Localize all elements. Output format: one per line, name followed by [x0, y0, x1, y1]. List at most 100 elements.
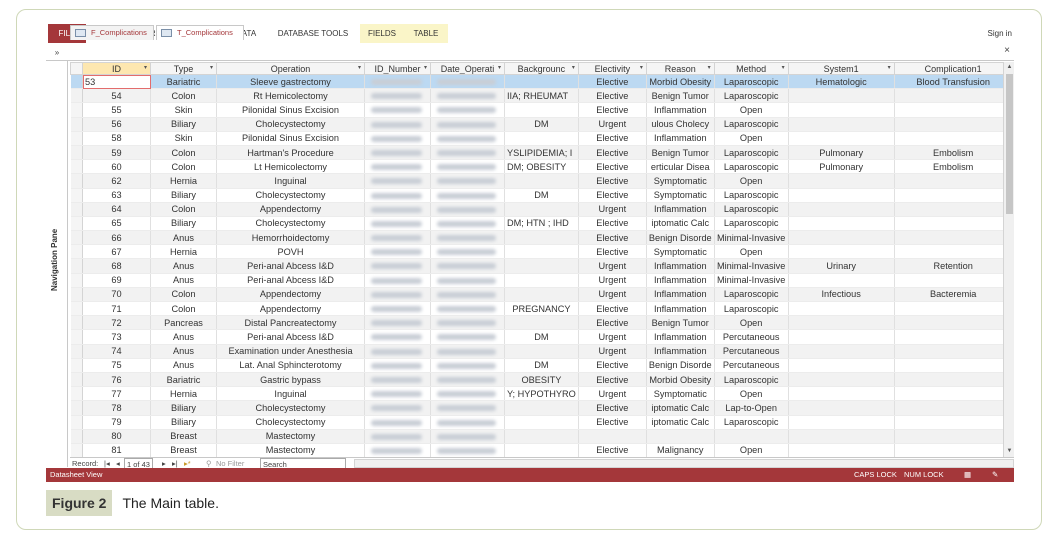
cell-type[interactable]: Anus	[150, 358, 217, 373]
column-header-operation[interactable]: Operation ▾	[216, 62, 365, 75]
row-selector[interactable]	[70, 145, 83, 161]
cell-id-number[interactable]	[364, 443, 431, 457]
row-selector[interactable]	[70, 273, 83, 288]
cell-operation[interactable]: Inguinal	[216, 173, 365, 189]
cell-type[interactable]: Breast	[150, 429, 217, 444]
row-selector[interactable]	[70, 131, 83, 146]
cell-operation[interactable]: Lat. Anal Sphincterotomy	[216, 358, 365, 373]
cell-backgrounc[interactable]	[504, 102, 579, 118]
cell-method[interactable]: Laparoscopic	[714, 372, 789, 388]
table-row[interactable]: 79 Biliary Cholecystectomy Elective iptomati…	[70, 415, 1013, 430]
cell-backgrounc[interactable]: DM	[504, 329, 579, 345]
cell-reason[interactable]: Inflammation	[646, 102, 715, 118]
cell-date-operati[interactable]	[430, 329, 505, 345]
cell-backgrounc[interactable]: Y; HYPOTHYRO	[504, 386, 579, 402]
cell-id[interactable]: 68	[82, 258, 151, 274]
row-selector[interactable]	[70, 358, 83, 373]
cell-id[interactable]: 76	[82, 372, 151, 388]
row-selector[interactable]	[70, 443, 83, 457]
cell-backgrounc[interactable]	[504, 74, 579, 90]
cell-electivity[interactable]: Urgent	[578, 117, 647, 132]
cell-operation[interactable]: Sleeve gastrectomy	[216, 74, 365, 90]
cell-electivity[interactable]: Elective	[578, 173, 647, 189]
cell-date-operati[interactable]	[430, 202, 505, 217]
cell-id-number[interactable]	[364, 244, 431, 260]
cell-complication1[interactable]: Embolism	[894, 159, 1013, 175]
dropdown-icon[interactable]: ▾	[144, 64, 147, 71]
cell-reason[interactable]: erticular Disea	[646, 159, 715, 175]
cell-operation[interactable]: Pilonidal Sinus Excision	[216, 131, 365, 146]
cell-complication1[interactable]	[894, 329, 1013, 345]
table-row[interactable]: 62 Hernia Inguinal Elective Symptomatic Open	[70, 173, 1013, 189]
cell-system1[interactable]: Urinary	[788, 258, 895, 274]
cell-id-number[interactable]	[364, 145, 431, 161]
row-selector[interactable]	[70, 230, 83, 246]
cell-complication1[interactable]	[894, 202, 1013, 217]
cell-complication1[interactable]: Bacteremia	[894, 287, 1013, 303]
cell-type[interactable]: Colon	[150, 145, 217, 161]
cell-id-number[interactable]	[364, 344, 431, 359]
cell-date-operati[interactable]	[430, 443, 505, 457]
cell-complication1[interactable]	[894, 273, 1013, 288]
dropdown-icon[interactable]: ▾	[782, 64, 785, 71]
cell-id-number[interactable]	[364, 202, 431, 217]
cell-date-operati[interactable]	[430, 415, 505, 430]
cell-type[interactable]: Biliary	[150, 188, 217, 203]
cell-id[interactable]: 62	[82, 173, 151, 189]
cell-backgrounc[interactable]	[504, 400, 579, 416]
cell-electivity[interactable]: Urgent	[578, 329, 647, 345]
cell-system1[interactable]: Infectious	[788, 287, 895, 303]
cell-method[interactable]: Laparoscopic	[714, 145, 789, 161]
table-row[interactable]: 66 Anus Hemorrhoidectomy Elective Benign Dis…	[70, 230, 1013, 246]
cell-date-operati[interactable]	[430, 344, 505, 359]
cell-type[interactable]: Anus	[150, 230, 217, 246]
table-row[interactable]: 74 Anus Examination under Anesthesia Urgent…	[70, 344, 1013, 359]
cell-type[interactable]: Bariatric	[150, 74, 217, 90]
datasheet-grid[interactable]: ID ▾ Type ▾ Operation ▾ ID_Number ▾ Date_Operati…	[70, 62, 1014, 457]
cell-reason[interactable]: iptomatic Calc	[646, 415, 715, 430]
cell-reason[interactable]: Malignancy	[646, 443, 715, 457]
cell-complication1[interactable]	[894, 386, 1013, 402]
table-row[interactable]: 72 Pancreas Distal Pancreatectomy Elective B…	[70, 315, 1013, 331]
cell-method[interactable]: Minimal-Invasive	[714, 258, 789, 274]
table-row[interactable]: 67 Hernia POVH Elective Symptomatic Open	[70, 244, 1013, 260]
navigation-pane[interactable]: Navigation Pane	[46, 61, 68, 467]
cell-system1[interactable]	[788, 329, 895, 345]
cell-method[interactable]: Laparoscopic	[714, 216, 789, 232]
cell-complication1[interactable]	[894, 400, 1013, 416]
cell-electivity[interactable]: Urgent	[578, 258, 647, 274]
cell-complication1[interactable]	[894, 301, 1013, 317]
cell-method[interactable]: Open	[714, 443, 789, 457]
cell-id-number[interactable]	[364, 358, 431, 373]
cell-electivity[interactable]: Elective	[578, 88, 647, 104]
cell-reason[interactable]: Inflammation	[646, 287, 715, 303]
cell-type[interactable]: Biliary	[150, 400, 217, 416]
cell-id-number[interactable]	[364, 329, 431, 345]
row-selector[interactable]	[70, 372, 83, 388]
datasheet-view-icon[interactable]: ▦	[964, 468, 971, 482]
cell-id[interactable]: 64	[82, 202, 151, 217]
cell-reason[interactable]: Inflammation	[646, 273, 715, 288]
cell-system1[interactable]	[788, 443, 895, 457]
cell-system1[interactable]	[788, 273, 895, 288]
cell-backgrounc[interactable]	[504, 443, 579, 457]
cell-complication1[interactable]	[894, 429, 1013, 444]
cell-backgrounc[interactable]	[504, 415, 579, 430]
row-selector[interactable]	[70, 301, 83, 317]
cell-electivity[interactable]: Elective	[578, 131, 647, 146]
cell-reason[interactable]: Inflammation	[646, 258, 715, 274]
column-header-system1[interactable]: System1 ▾	[787, 62, 895, 75]
cell-id-number[interactable]	[364, 386, 431, 402]
table-row[interactable]: 55 Skin Pilonidal Sinus Excision Elective In…	[70, 102, 1013, 118]
cell-id-number[interactable]	[364, 117, 431, 132]
cell-type[interactable]: Biliary	[150, 415, 217, 430]
column-header-electivity[interactable]: Electivity ▾	[577, 62, 647, 75]
cell-method[interactable]: Lap-to-Open	[714, 400, 789, 416]
table-row[interactable]: 75 Anus Lat. Anal Sphincterotomy DM Elective…	[70, 358, 1013, 373]
cell-id[interactable]: 78	[82, 400, 151, 416]
cell-complication1[interactable]	[894, 188, 1013, 203]
cell-electivity[interactable]: Elective	[578, 358, 647, 373]
cell-id-number[interactable]	[364, 102, 431, 118]
cell-complication1[interactable]	[894, 173, 1013, 189]
cell-backgrounc[interactable]: IIA; RHEUMAT	[504, 88, 579, 104]
